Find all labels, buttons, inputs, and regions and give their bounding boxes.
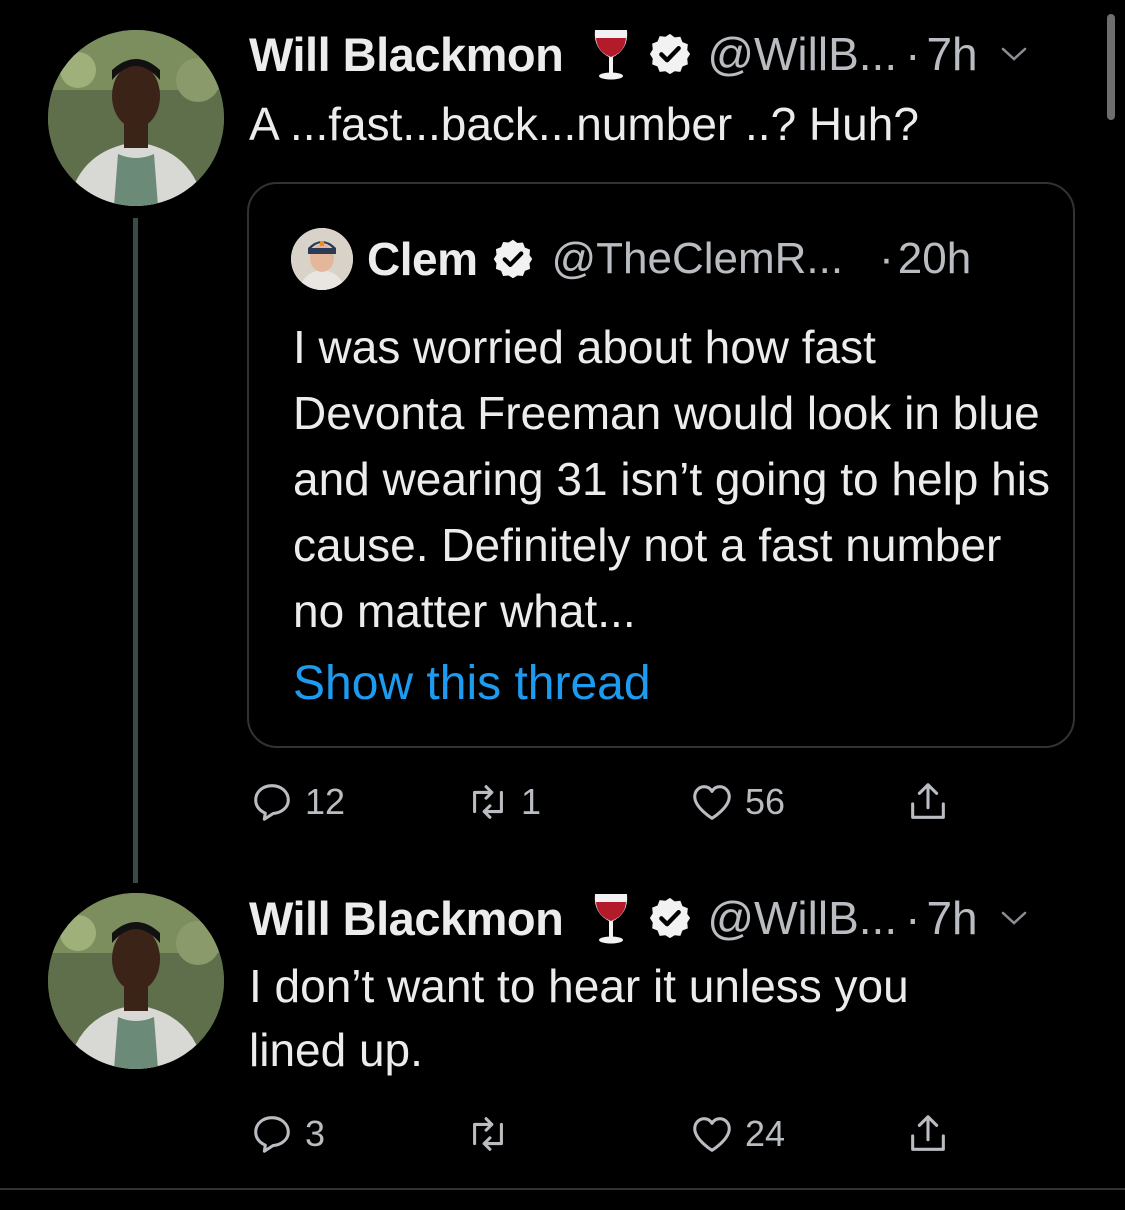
avatar[interactable] — [48, 893, 224, 1069]
retweet-icon — [473, 785, 503, 819]
quoted-text: I was worried about how fast Devonta Fre… — [293, 321, 1050, 637]
thread-line — [133, 218, 138, 883]
tweet-header: Will Blackmon @WillB... · 7h — [249, 888, 1028, 948]
share-button[interactable] — [905, 776, 951, 828]
avatar-photo-icon — [48, 893, 224, 1069]
retweet-icon — [473, 1117, 503, 1151]
like-button[interactable]: 24 — [689, 1108, 785, 1160]
reply-button[interactable]: 3 — [249, 1108, 325, 1160]
dot-separator: · — [905, 892, 921, 944]
chevron-down-icon[interactable] — [1000, 44, 1028, 64]
avatar-photo-icon — [291, 228, 353, 290]
heart-icon — [693, 1117, 731, 1152]
quoted-tweet[interactable]: Clem @TheClemR... · 20h I was worried ab… — [247, 182, 1075, 748]
tweet-header: Will Blackmon @WillB... · 7h — [249, 24, 1028, 84]
quoted-author-handle[interactable]: @TheClemR... — [551, 234, 843, 284]
heart-icon — [693, 785, 731, 820]
quoted-avatar[interactable] — [291, 228, 353, 290]
like-count: 24 — [745, 1113, 786, 1154]
wine-glass-icon — [595, 894, 628, 944]
quoted-author-name[interactable]: Clem — [367, 232, 478, 286]
tweet-actions: 3 24 — [249, 1108, 969, 1160]
author-handle[interactable]: @WillB... — [707, 891, 897, 945]
reply-icon — [254, 784, 290, 821]
avatar[interactable] — [48, 30, 224, 206]
reply-icon — [254, 1116, 290, 1153]
share-icon — [911, 1115, 945, 1151]
chevron-down-icon[interactable] — [1000, 908, 1028, 928]
like-button[interactable]: 56 — [689, 776, 785, 828]
timestamp[interactable]: 7h — [926, 27, 977, 81]
quoted-header: Clem @TheClemR... · 20h — [367, 228, 971, 290]
verified-badge-icon — [494, 239, 533, 279]
verified-badge-icon — [650, 33, 691, 75]
dot-separator: · — [879, 234, 894, 283]
tweet-text: A ...fast...back...number ..? Huh? — [249, 98, 919, 150]
reply-count: 12 — [305, 781, 346, 822]
author-name[interactable]: Will Blackmon — [249, 891, 564, 946]
reply-count: 3 — [305, 1113, 326, 1154]
dot-separator: · — [905, 28, 921, 80]
scrollbar[interactable] — [1107, 14, 1115, 120]
author-handle[interactable]: @WillB... — [707, 27, 897, 81]
tweet-text: I don’t want to hear it unless you lined… — [249, 960, 909, 1076]
verified-badge-icon — [650, 897, 691, 939]
retweet-button[interactable] — [465, 1108, 521, 1160]
tweet-actions: 12 1 56 — [249, 776, 969, 828]
avatar-photo-icon — [48, 30, 224, 206]
reply-button[interactable]: 12 — [249, 776, 345, 828]
timestamp[interactable]: 7h — [926, 891, 977, 945]
divider — [0, 1188, 1125, 1190]
author-name[interactable]: Will Blackmon — [249, 27, 564, 82]
share-icon — [911, 783, 945, 819]
show-thread-link[interactable]: Show this thread — [293, 656, 651, 711]
like-count: 56 — [745, 781, 786, 822]
retweet-button[interactable]: 1 — [465, 776, 541, 828]
retweet-count: 1 — [521, 781, 542, 822]
quoted-timestamp[interactable]: 20h — [898, 234, 971, 284]
wine-glass-icon — [595, 30, 628, 80]
share-button[interactable] — [905, 1108, 951, 1160]
